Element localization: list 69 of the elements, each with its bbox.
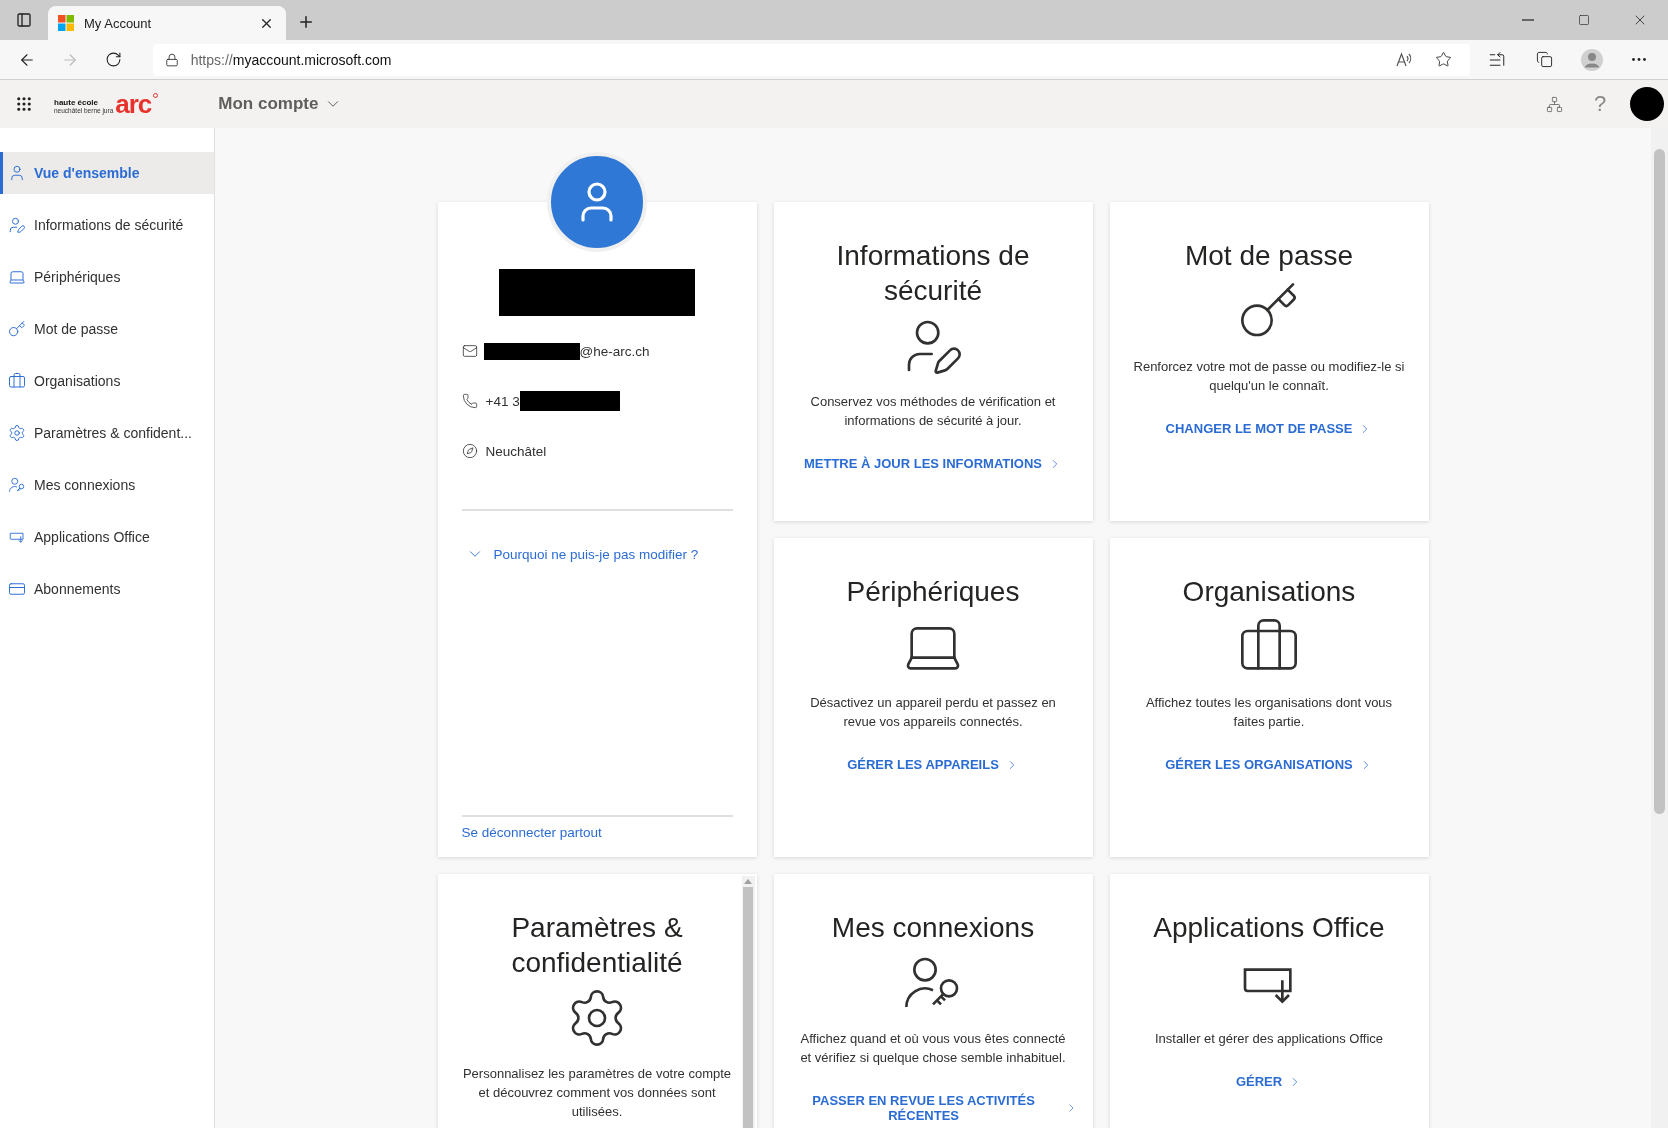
card-action-link[interactable]: CHANGER LE MOT DE PASSE [1165,421,1373,436]
card-title: Mes connexions [831,911,1035,945]
refresh-icon [105,51,123,68]
card-description: Affichez toutes les organisations dont vous faites partie. [1144,694,1394,731]
card-description: Personnalisez les paramètres de votre compte et découvrez comment vos données sont utilisées. [461,1065,733,1121]
lock-icon [164,52,179,67]
read-aloud-icon [1394,50,1413,69]
card-title: Informations de sécurité [835,239,1031,308]
laptop-icon [8,268,26,286]
phone-text: +41 3 [485,393,520,409]
plus-icon [297,13,315,31]
settings-icon [8,424,26,442]
windows-logo-icon [58,15,74,31]
phone-icon [461,393,478,409]
card-title: Organisations [1182,575,1356,609]
person-key-icon [8,476,26,494]
profile-icon [1579,47,1604,72]
sign-out-everywhere-link[interactable]: Se déconnecter partout [461,825,733,840]
sidebar-item[interactable]: Informations de sécurité [0,204,214,246]
card-icon [8,580,26,598]
card-action-link[interactable]: GÉRER LES APPAREILS [847,757,1019,772]
compass-icon [461,443,478,459]
card-action-link[interactable]: GÉRER [1235,1074,1303,1089]
favorites-icon [1487,50,1506,69]
card-description: Conservez vos méthodes de vérification et informations de sécurité à jour. [809,393,1057,430]
sidebar-item[interactable]: Mes connexions [0,464,214,506]
panel-icon [16,12,32,28]
sidebar-item[interactable]: Mot de passe [0,308,214,350]
sidebar-item[interactable]: Abonnements [0,568,214,610]
more-icon [1632,58,1647,61]
card-title: Périphériques [846,575,1020,609]
tab-title: My Account [84,15,153,31]
address-bar[interactable]: https://myaccount.microsoft.com [152,43,1470,76]
star-icon [1435,51,1453,68]
email-text: @he-arc.ch [579,343,650,359]
sidebar-item[interactable]: Organisations [0,360,214,402]
sidebar-item[interactable]: Paramètres & confident... [0,412,214,454]
account-avatar[interactable] [1630,87,1664,121]
why-cannot-edit-link[interactable]: Pourquoi ne puis-je pas modifier ? [461,545,733,563]
card-description: Installer et gérer des applications Office [1154,1030,1384,1048]
hierarchy-icon [1545,95,1563,113]
grid-dots-icon [15,95,33,113]
page-scrollbar[interactable] [1651,128,1668,1128]
card-action-link[interactable]: GÉRER LES ORGANISATIONS [1165,757,1373,772]
person-pen-icon [8,216,26,234]
app-title-menu[interactable]: Mon compte [218,94,343,114]
key-icon [8,320,26,338]
card-title: Applications Office [1153,911,1385,945]
sidebar-item[interactable]: Applications Office [0,516,214,558]
card-description: Renforcez votre mot de passe ou modifiez-le si quelqu'un le connaît. [1133,358,1405,395]
url-text: https://myaccount.microsoft.com [190,51,393,68]
card-action-link[interactable]: METTRE À JOUR LES INFORMATIONS [803,456,1063,471]
card-description: Affichez quand et où vous vous êtes connecté et vérifiez si quelque chose semble inhabituel. [799,1030,1067,1067]
card-description: Désactivez un appareil perdu et passez en revue vos appareils connectés. [809,694,1057,731]
card-scrollbar[interactable] [741,876,755,1128]
person-icon [8,164,26,182]
card-title: Mot de passe [1184,239,1354,273]
help-button[interactable]: ? [1584,90,1616,118]
mail-icon [461,343,478,359]
location-text: Neuchâtel [485,443,547,459]
briefcase-icon [8,372,26,390]
collections-icon [1535,51,1553,68]
minimize-icon [1522,19,1534,21]
browser-tab[interactable]: My Account [48,6,286,40]
sidebar-item[interactable]: Périphériques [0,256,214,298]
card-title: Paramètres & confidentialité [510,911,684,980]
card-action-link[interactable]: PASSER EN REVUE LES ACTIVITÉS RÉCENTES [788,1093,1078,1123]
sidebar-item[interactable]: Vue d'ensemble [0,152,214,194]
maximize-icon [1578,14,1590,26]
